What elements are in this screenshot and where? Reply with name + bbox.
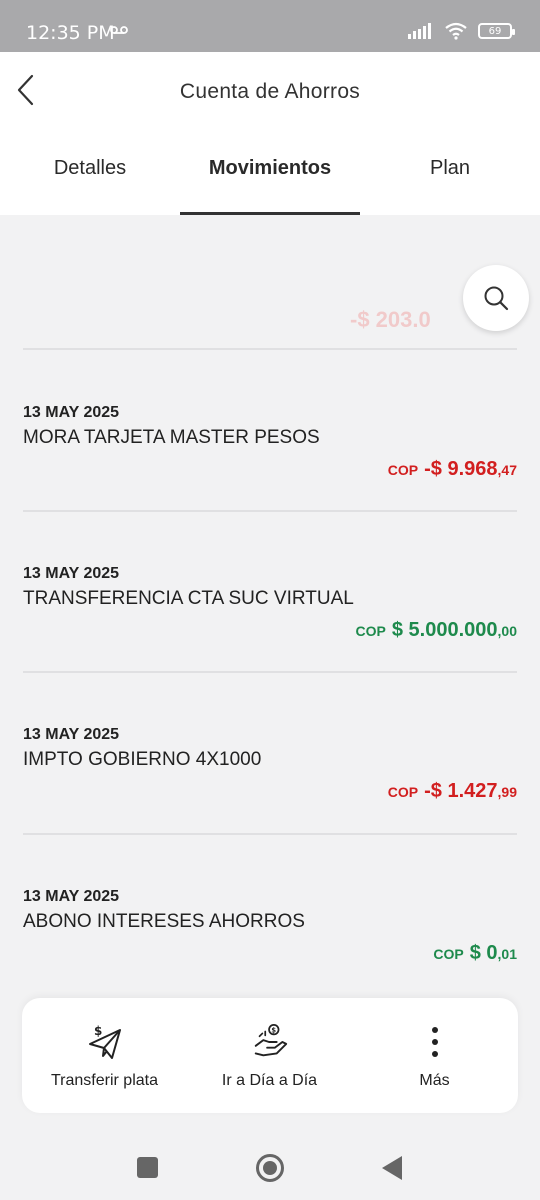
amount-cents: ,47 [497,462,517,478]
transaction-description: ABONO INTERESES AHORROS [23,911,305,932]
search-button[interactable] [463,265,529,331]
tab-bar: Detalles Movimientos Plan [0,152,540,215]
battery-level: 69 [488,25,502,37]
svg-text:$: $ [271,1026,276,1034]
amount-value: -$ 1.427 [424,780,498,802]
search-icon [484,286,509,311]
transaction-row[interactable]: 13 MAY 2025 IMPTO GOBIERNO 4X1000 COP -$… [0,672,540,833]
transaction-date: 13 MAY 2025 [23,404,120,421]
currency-code: COP [387,784,419,800]
transaction-row[interactable]: 13 MAY 2025 TRANSFERENCIA CTA SUC VIRTUA… [0,511,540,672]
signal-icon [408,23,431,39]
wifi-icon [445,22,467,40]
transaction-amount: COP $ 5.000.000,00 [356,619,517,642]
currency-code: COP [433,946,464,962]
amount-value: $ 0 [469,942,498,964]
tab-movimientos[interactable]: Movimientos [180,157,360,215]
transaction-description: TRANSFERENCIA CTA SUC VIRTUAL [23,588,354,609]
transfer-money-label: Transferir plata [51,1072,158,1089]
send-money-icon: $ [85,1022,125,1062]
transaction-description: MORA TARJETA MASTER PESOS [23,427,320,448]
more-vertical-icon [415,1022,455,1062]
more-label: Más [419,1072,450,1089]
quick-actions-bar: $ Transferir plata $ Ir a Día a Día Más [22,998,518,1113]
app-header: Cuenta de Ahorros Detalles Movimientos P… [0,52,540,215]
recents-icon[interactable] [137,1157,158,1178]
transactions-list[interactable]: -$ 203.0 13 MAY 2025 MORA TARJETA MASTER… [0,215,540,1005]
amount-cents: ,01 [497,946,517,962]
amount-cents: ,00 [497,623,517,639]
page-title: Cuenta de Ahorros [179,80,361,103]
transaction-amount: COP -$ 1.427,99 [388,780,517,803]
transaction-row[interactable]: 13 MAY 2025 MORA TARJETA MASTER PESOS CO… [0,350,540,511]
transaction-date: 13 MAY 2025 [23,888,120,905]
system-nav-bar [0,1134,540,1200]
svg-text:$: $ [94,1024,102,1038]
transaction-amount: COP -$ 9.968,47 [388,458,517,481]
tab-detalles[interactable]: Detalles [0,157,180,215]
status-time: 12:35 PM [26,22,115,44]
currency-code: COP [355,623,386,639]
go-dia-a-dia-button[interactable]: $ Ir a Día a Día [187,998,352,1113]
home-icon[interactable] [256,1154,284,1182]
money-hand-icon: $ [250,1022,290,1062]
currency-code: COP [387,462,419,478]
tab-plan[interactable]: Plan [360,157,540,215]
system-back-icon[interactable] [382,1156,402,1180]
transaction-date: 13 MAY 2025 [23,726,120,743]
status-bar: 12:35 PM 69 [0,0,540,52]
battery-icon: 69 [478,23,515,39]
amount-value: -$ 9.968 [424,458,498,480]
transaction-row[interactable]: 13 MAY 2025 ABONO INTERESES AHORROS COP … [0,834,540,995]
amount-value: $ 5.000.000 [391,619,498,641]
go-dia-a-dia-label: Ir a Día a Día [221,1072,318,1089]
transaction-amount: COP $ 0,01 [433,942,517,965]
more-button[interactable]: Más [352,998,517,1113]
voicemail-icon [110,26,128,34]
amount-cents: ,99 [497,784,517,800]
transaction-description: IMPTO GOBIERNO 4X1000 [23,749,262,770]
transfer-money-button[interactable]: $ Transferir plata [22,998,187,1113]
scrolled-off-amount: -$ 203.0 [350,307,431,332]
transaction-date: 13 MAY 2025 [23,565,120,582]
